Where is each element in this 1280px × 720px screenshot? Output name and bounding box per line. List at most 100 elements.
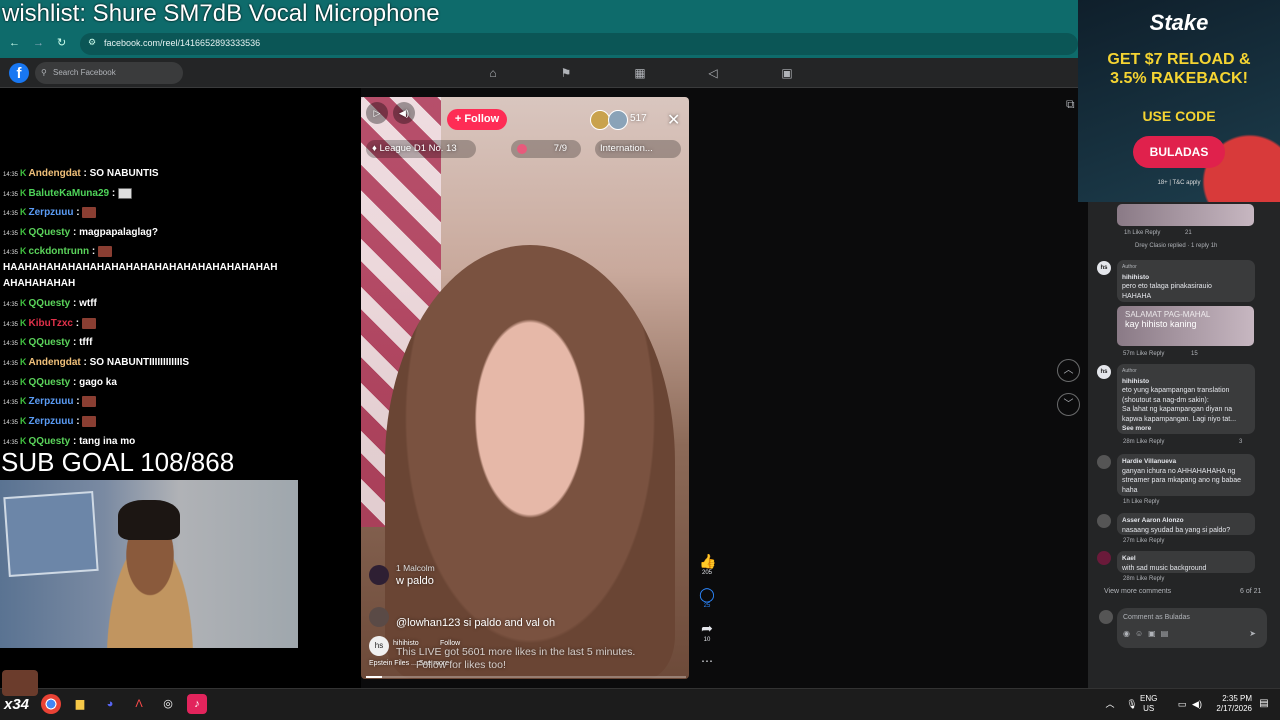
volume-icon[interactable]: ◀) — [1187, 694, 1207, 714]
comment-image[interactable] — [1117, 204, 1254, 226]
share-count: 10 — [703, 637, 711, 643]
search-input[interactable]: ⚲ Search Facebook — [35, 62, 183, 84]
sticker-icon[interactable]: ◉ — [1123, 629, 1135, 638]
comment-author-name[interactable]: Hardie Villanueva — [1122, 457, 1250, 467]
league-text: League D1 No. 13 — [379, 143, 457, 154]
comment-meta[interactable]: 28m Like Reply — [1123, 439, 1164, 445]
view-more-comments-link[interactable]: View more comments — [1104, 588, 1171, 595]
comment-text: (shoutout sa nag-dm sakin): — [1122, 396, 1209, 404]
like-button[interactable]: 👍 205 — [699, 553, 717, 576]
comment-meta[interactable]: 28m Like Reply — [1123, 576, 1164, 582]
comment-avatar[interactable]: hs — [1097, 365, 1111, 379]
more-options-icon[interactable]: ⋯ — [699, 654, 715, 668]
league-badge[interactable]: ♦ League D1 No. 13 — [366, 140, 476, 158]
forward-icon[interactable]: → — [33, 37, 44, 49]
ads-megaphone-icon[interactable]: ◁ — [705, 66, 721, 80]
comment-author-name[interactable]: Asser Aaron Alonzo — [1122, 516, 1250, 526]
comment-text: ganyan ichura no AHHAHAHAHA ng — [1122, 467, 1236, 475]
search-placeholder: Search Facebook — [53, 68, 116, 77]
microphone-icon[interactable]: 🎙 — [1122, 694, 1142, 714]
clock-time: 2:35 PM — [1222, 694, 1252, 703]
site-info-icon[interactable]: ⚙ — [88, 37, 96, 48]
comment-meta[interactable]: 27m Like Reply — [1123, 538, 1164, 544]
home-icon[interactable]: ⌂ — [485, 66, 501, 80]
comment-author-name[interactable]: hihihisto — [1122, 273, 1250, 283]
send-icon[interactable]: ➤ — [1249, 629, 1261, 638]
chat-username: KibuTzxc — [28, 318, 73, 330]
comment-avatar[interactable] — [1097, 551, 1111, 565]
marketplace-icon[interactable]: ▦ — [632, 66, 648, 80]
chat-message: magpapalaglag? — [79, 227, 158, 238]
camera-icon[interactable]: ▣ — [1148, 629, 1161, 638]
tray-chevron-icon[interactable]: ︿ — [1100, 694, 1120, 714]
kick-badge-icon: K — [20, 337, 27, 347]
expand-icon[interactable]: ⧉ — [1066, 97, 1075, 112]
back-icon[interactable]: ← — [9, 37, 20, 49]
thumbs-up-icon: 👍 — [699, 553, 717, 569]
comment-avatar[interactable] — [1097, 514, 1111, 528]
international-badge[interactable]: Internation... — [595, 140, 681, 158]
see-more-link[interactable]: See more — [1122, 424, 1250, 434]
rank-text: 7/9 — [553, 143, 567, 154]
comment-author-name[interactable]: hihihisto — [1122, 377, 1250, 387]
previous-reel-button[interactable]: ︿ — [1057, 359, 1080, 382]
comment-image[interactable]: SALAMAT PAG-MAHAL kay hihisto kaning — [1117, 306, 1254, 346]
ad-headline-line: GET $7 RELOAD & — [1107, 51, 1251, 68]
reload-icon[interactable]: ↻ — [57, 36, 66, 49]
volume-icon[interactable]: ◀) — [393, 102, 415, 124]
chat-separator: : — [73, 416, 83, 428]
taskbar-clock[interactable]: 2:35 PM 2/17/2026 — [1210, 694, 1252, 714]
comment-button[interactable]: ◯ 25 — [699, 586, 715, 609]
own-avatar — [1099, 610, 1113, 624]
language-indicator[interactable]: ENG US — [1140, 694, 1157, 714]
viewer-avatar — [590, 110, 610, 130]
comment-meta[interactable]: 1h Like Reply — [1124, 230, 1160, 236]
comment-meta[interactable]: 1h Like Reply — [1123, 499, 1159, 505]
chat-timestamp: 14:35 — [3, 322, 19, 329]
chat-line: 14:35 K QQuesty : tfff — [3, 337, 92, 348]
adobe-icon[interactable]: Λ — [129, 694, 149, 714]
comment-bubble: Kael with sad music background — [1117, 551, 1255, 573]
comment-icon: ◯ — [699, 586, 715, 602]
play-icon[interactable]: ▷ — [366, 102, 388, 124]
file-explorer-icon[interactable]: ▆ — [70, 694, 90, 714]
follow-button[interactable]: + Follow — [447, 109, 507, 130]
chat-message: AHAHAHAHAH — [3, 278, 76, 289]
comment-avatar[interactable]: hs — [1097, 261, 1111, 275]
emoji-icon[interactable]: ☺ — [1135, 629, 1148, 638]
next-reel-button[interactable]: ﹀ — [1057, 393, 1080, 416]
wishlist-overlay-title: wishlist: Shure SM7dB Vocal Microphone — [2, 0, 440, 27]
diamond-icon: ♦ — [372, 143, 380, 154]
chat-separator: : — [73, 396, 83, 408]
multiplier-badge: x34 — [4, 696, 30, 713]
chat-username: QQuesty — [28, 337, 71, 348]
close-icon[interactable]: ✕ — [667, 110, 680, 130]
notification-icon[interactable]: ▤ — [1254, 694, 1274, 714]
author-avatar[interactable]: hs — [369, 636, 389, 656]
share-button[interactable]: ➦ 10 — [699, 620, 715, 643]
comment-meta[interactable]: 57m Like Reply — [1123, 351, 1164, 357]
rank-badge[interactable]: 7/9 — [511, 140, 581, 158]
reel-subject — [385, 245, 675, 679]
chat-message: SO NABUNTIS — [89, 168, 159, 179]
gif-icon[interactable]: ▤ — [1161, 629, 1174, 638]
comment-input[interactable]: Comment as Buladas ◉☺▣▤ ➤ — [1117, 608, 1267, 648]
gaming-icon[interactable]: ▣ — [779, 66, 795, 80]
live-info-line: Follow for likes too! — [416, 659, 506, 671]
address-bar[interactable]: ⚙ facebook.com/reel/1416652893333536 — [80, 33, 1078, 55]
ad-promo-code[interactable]: BULADAS — [1133, 136, 1225, 168]
chat-line: 14:35 K Zerpzuuu : — [3, 396, 97, 408]
comment-author-name[interactable]: Kael — [1122, 554, 1250, 564]
comment-tools: ◉☺▣▤ ➤ — [1123, 629, 1261, 638]
replied-line[interactable]: Drey Clasio replied · 1 reply 1h — [1135, 243, 1217, 249]
chrome-icon[interactable] — [41, 694, 61, 714]
discord-icon[interactable]: ◕ — [100, 694, 120, 714]
obs-icon[interactable]: ◎ — [158, 694, 178, 714]
comment-avatar[interactable] — [1097, 455, 1111, 469]
reel-progress-track[interactable] — [366, 676, 686, 678]
pages-flag-icon[interactable]: ⚑ — [558, 66, 574, 80]
commenter-avatar — [369, 607, 389, 627]
reaction-count: 21 — [1185, 230, 1192, 236]
tiktok-icon[interactable]: ♪ — [187, 694, 207, 714]
facebook-logo[interactable]: f — [9, 63, 29, 83]
